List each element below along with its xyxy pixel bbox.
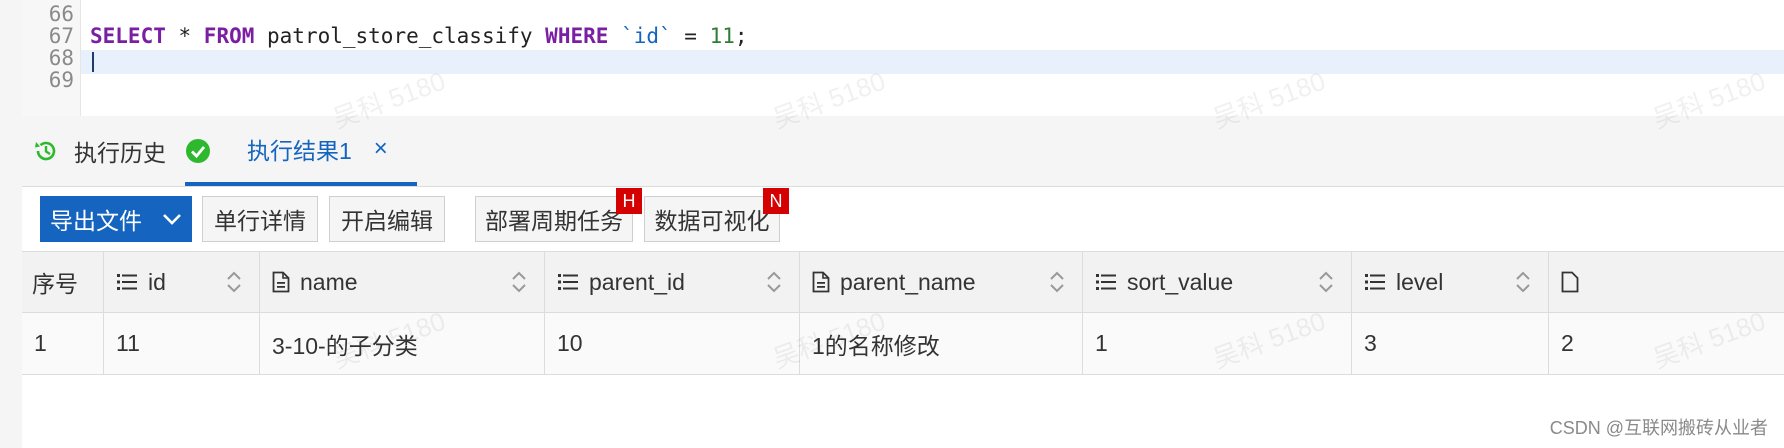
- keyword: SELECT: [90, 24, 166, 48]
- sort-icon[interactable]: [227, 270, 241, 294]
- code-text: *: [165, 24, 204, 48]
- column-header-label: 序号: [32, 271, 78, 297]
- column-header-label: level: [1396, 268, 1444, 295]
- column-header-label: parent_id: [589, 268, 685, 295]
- result-tabbar: 执行历史 执行结果1 ×: [22, 116, 1784, 187]
- document-icon: [1561, 271, 1579, 293]
- column-header-sort-value[interactable]: sort_value: [1083, 252, 1352, 312]
- table-cell[interactable]: 2: [1549, 313, 1784, 374]
- table-cell[interactable]: 1: [22, 313, 104, 374]
- sql-editor[interactable]: 66 67 68 69 SELECT * FROM patrol_store_c…: [22, 0, 1784, 116]
- code-line-67[interactable]: SELECT * FROM patrol_store_classify WHER…: [90, 24, 748, 48]
- table-row[interactable]: 1 11 3-10-的子分类 10 1的名称修改 1 3 2: [22, 313, 1784, 375]
- row-detail-label: 单行详情: [214, 208, 306, 234]
- keyword: WHERE: [545, 24, 609, 48]
- current-line-highlight: [81, 50, 1784, 74]
- document-icon: [272, 271, 290, 293]
- list-icon: [1095, 272, 1117, 292]
- chevron-down-icon: [163, 214, 181, 225]
- deploy-task-label: 部署周期任务: [485, 208, 623, 234]
- row-detail-button[interactable]: 单行详情: [202, 196, 318, 242]
- sort-icon[interactable]: [1319, 270, 1333, 294]
- export-file-button[interactable]: 导出文件: [40, 196, 192, 242]
- result-grid: 序号 id name parent_id parent_name sort_va…: [22, 251, 1784, 375]
- document-icon: [812, 271, 830, 293]
- code-text: patrol_store_classify: [254, 24, 546, 48]
- sort-icon[interactable]: [767, 270, 781, 294]
- table-cell[interactable]: 3: [1352, 313, 1549, 374]
- tab-history[interactable]: 执行历史: [32, 116, 166, 186]
- close-tab-icon[interactable]: ×: [374, 135, 388, 163]
- line-number: 68: [48, 46, 74, 70]
- data-visualize-label: 数据可视化: [654, 208, 770, 234]
- result-toolbar: 导出文件 单行详情 开启编辑 部署周期任务 H 数据可视化 N: [22, 187, 1784, 251]
- enable-edit-label: 开启编辑: [341, 208, 433, 234]
- code-text: ;: [734, 24, 748, 48]
- left-sidebar-strip: [0, 0, 22, 448]
- table-cell[interactable]: 11: [104, 313, 260, 374]
- data-visualize-button[interactable]: 数据可视化 N: [644, 188, 789, 242]
- sort-icon[interactable]: [512, 270, 526, 294]
- column-header-level[interactable]: level: [1352, 252, 1549, 312]
- column-header-label: parent_name: [840, 268, 976, 295]
- column-header-label: id: [148, 268, 166, 295]
- line-number: 69: [48, 68, 74, 92]
- column-header-id[interactable]: id: [104, 252, 260, 312]
- grid-header-row: 序号 id name parent_id parent_name sort_va…: [22, 251, 1784, 313]
- history-icon: [35, 141, 56, 161]
- table-cell[interactable]: 1的名称修改: [800, 313, 1083, 374]
- tab-history-label: 执行历史: [74, 140, 166, 166]
- column-header-name[interactable]: name: [260, 252, 545, 312]
- new-badge: N: [763, 188, 789, 214]
- deploy-task-button[interactable]: 部署周期任务 H: [475, 188, 642, 242]
- identifier: `id`: [621, 24, 672, 48]
- column-header-label: sort_value: [1127, 268, 1234, 295]
- sort-icon[interactable]: [1050, 270, 1064, 294]
- hot-badge: H: [616, 188, 642, 214]
- column-header-label: name: [300, 268, 358, 295]
- line-number: 66: [48, 2, 74, 26]
- tab-result-label: 执行结果1: [247, 138, 352, 164]
- list-icon: [116, 272, 138, 292]
- line-number: 67: [48, 24, 74, 48]
- table-cell[interactable]: 3-10-的子分类: [260, 313, 545, 374]
- keyword: FROM: [203, 24, 255, 48]
- table-cell[interactable]: 10: [545, 313, 800, 374]
- enable-edit-button[interactable]: 开启编辑: [329, 196, 445, 242]
- text-cursor: [92, 52, 94, 72]
- column-header-parent-name[interactable]: parent_name: [800, 252, 1083, 312]
- column-header-index[interactable]: 序号: [22, 252, 104, 312]
- list-icon: [1364, 272, 1386, 292]
- tab-result-1[interactable]: 执行结果1 ×: [185, 116, 417, 186]
- column-header-partial[interactable]: [1549, 252, 1784, 312]
- code-text: =: [671, 24, 710, 48]
- csdn-credit: CSDN @互联网搬砖从业者: [1549, 418, 1768, 438]
- list-icon: [557, 272, 579, 292]
- table-cell[interactable]: 1: [1083, 313, 1352, 374]
- number-literal: 11: [709, 24, 735, 48]
- export-label: 导出文件: [50, 208, 142, 234]
- column-header-parent-id[interactable]: parent_id: [545, 252, 800, 312]
- line-gutter: 66 67 68 69: [22, 0, 81, 116]
- sort-icon[interactable]: [1516, 270, 1530, 294]
